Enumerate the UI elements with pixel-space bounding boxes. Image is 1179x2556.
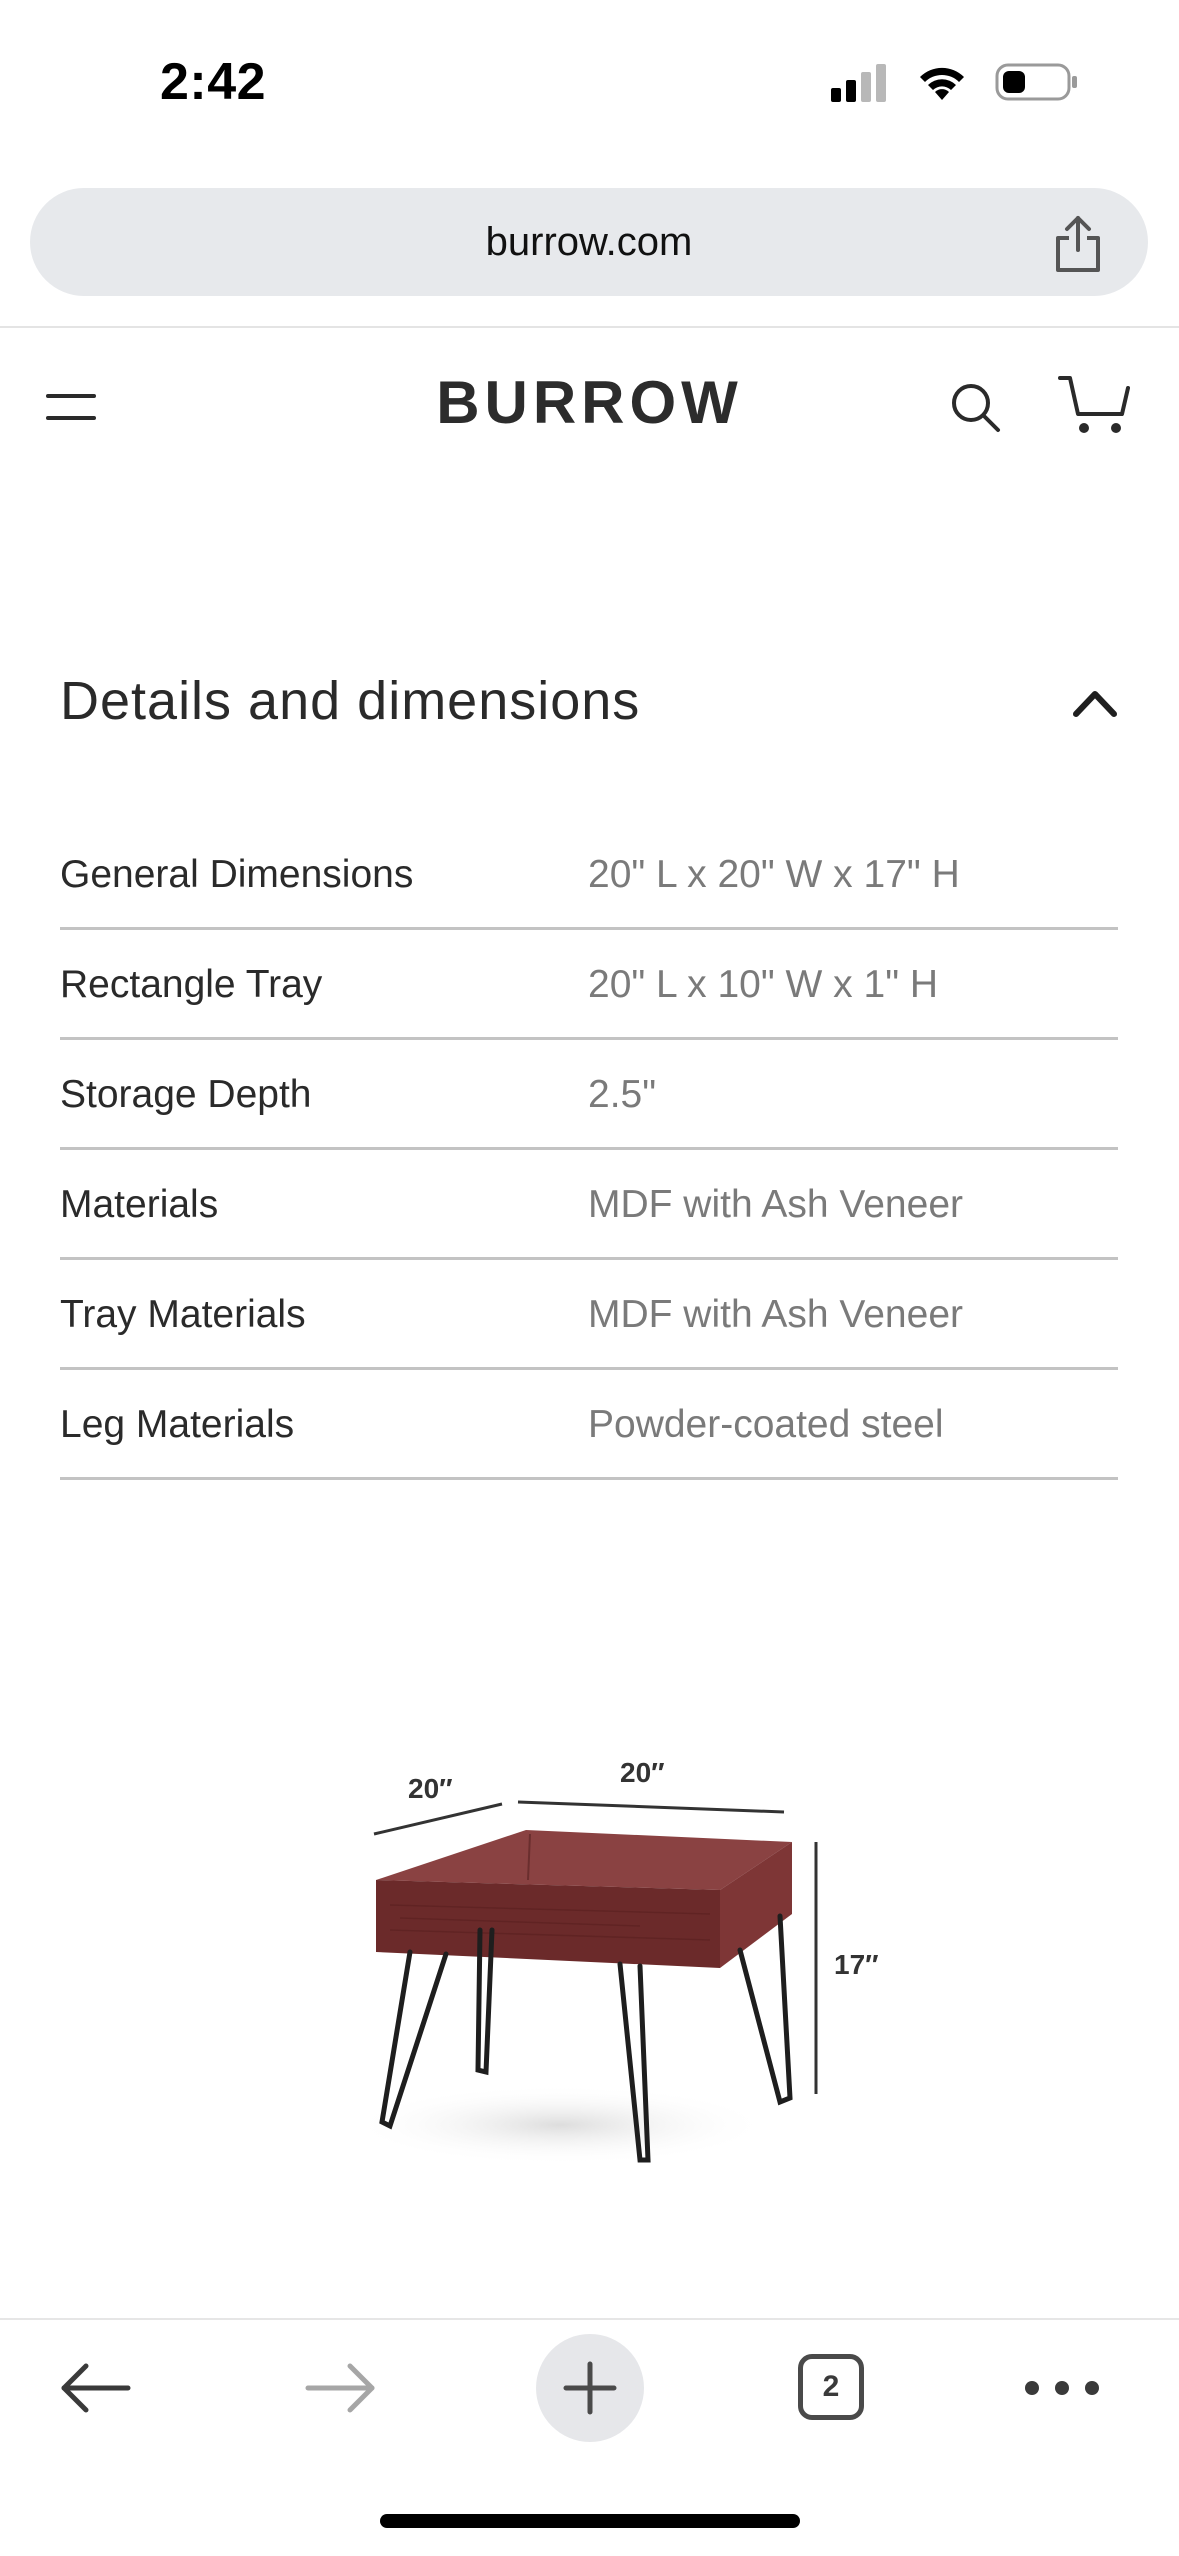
signal-icon — [831, 64, 886, 102]
url-text: burrow.com — [485, 219, 693, 264]
spec-label: Rectangle Tray — [60, 962, 323, 1006]
spec-row: Storage Depth 2.5" — [60, 1042, 1118, 1150]
plus-icon — [563, 2361, 617, 2415]
battery-icon — [995, 63, 1077, 101]
depth-dimension-line — [373, 1802, 503, 1836]
spec-row: General Dimensions 20" L x 20" W x 17" H — [60, 822, 1118, 930]
address-bar[interactable]: burrow.com — [30, 188, 1148, 296]
status-time: 2:42 — [160, 53, 267, 111]
new-tab-button[interactable] — [536, 2334, 644, 2442]
home-indicator[interactable] — [380, 2514, 800, 2528]
more-icon[interactable] — [1022, 2376, 1102, 2400]
spec-value: 20" L x 20" W x 17" H — [588, 852, 960, 896]
spec-row: Leg Materials Powder-coated steel — [60, 1372, 1118, 1480]
floor-shadow — [350, 2085, 770, 2165]
spec-label: Materials — [60, 1182, 219, 1226]
table-front — [376, 1880, 720, 1968]
width-label: 20″ — [620, 1757, 665, 1788]
height-label: 17″ — [834, 1949, 879, 1980]
search-icon[interactable] — [948, 380, 1002, 434]
spec-value: MDF with Ash Veneer — [588, 1292, 963, 1336]
brand-logo[interactable]: BURROW — [0, 368, 1179, 437]
spec-label: Storage Depth — [60, 1072, 312, 1116]
tab-count: 2 — [822, 2370, 840, 2403]
spec-value: MDF with Ash Veneer — [588, 1182, 963, 1226]
spec-value: Powder-coated steel — [588, 1402, 944, 1446]
back-arrow-icon[interactable] — [58, 2360, 132, 2416]
bottom-divider — [0, 2318, 1179, 2320]
forward-arrow-icon[interactable] — [304, 2360, 378, 2416]
status-icons — [831, 62, 1079, 102]
product-dimension-image: 20″ 20″ 17″ — [350, 1757, 879, 2165]
tabs-button[interactable]: 2 — [798, 2354, 864, 2420]
chevron-up-icon[interactable] — [1072, 684, 1118, 720]
share-icon[interactable] — [1050, 214, 1106, 274]
spec-label: Leg Materials — [60, 1402, 295, 1446]
depth-label: 20″ — [408, 1773, 453, 1804]
wifi-icon — [920, 67, 964, 100]
spec-row: Tray Materials MDF with Ash Veneer — [60, 1262, 1118, 1370]
cart-icon[interactable] — [1058, 374, 1132, 436]
spec-row: Rectangle Tray 20" L x 10" W x 1" H — [60, 932, 1118, 1040]
table-top — [376, 1830, 792, 1890]
spec-label: General Dimensions — [60, 852, 414, 896]
section-title[interactable]: Details and dimensions — [60, 670, 640, 732]
spec-row: Materials MDF with Ash Veneer — [60, 1152, 1118, 1260]
spec-label: Tray Materials — [60, 1292, 306, 1336]
width-dimension-line — [517, 1800, 785, 1814]
specs-table: General Dimensions 20" L x 20" W x 17" H… — [60, 822, 1118, 1480]
top-divider — [0, 326, 1179, 328]
spec-value: 20" L x 10" W x 1" H — [588, 962, 939, 1006]
spec-value: 2.5" — [588, 1072, 657, 1116]
